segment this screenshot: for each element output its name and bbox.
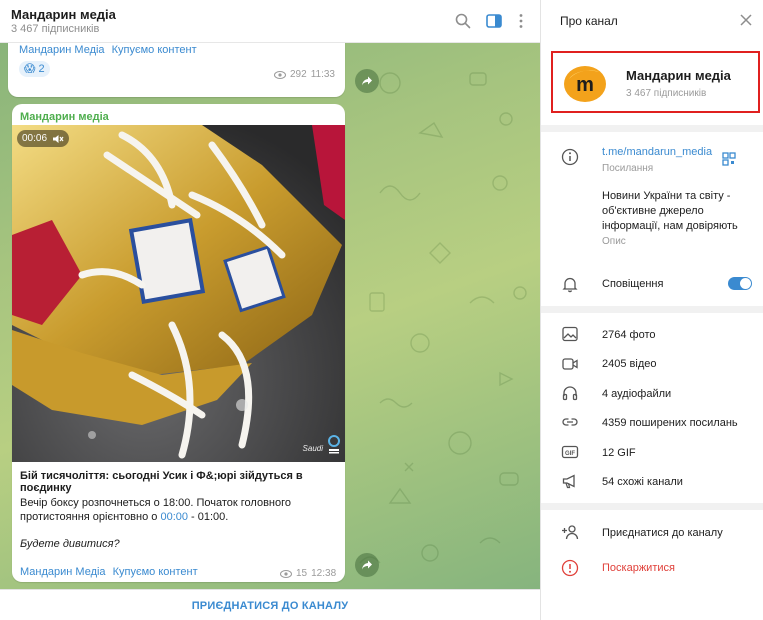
photo-icon (561, 325, 579, 343)
megaphone-icon (561, 472, 579, 490)
channel-description-label: Опис (602, 236, 626, 247)
qr-code-icon[interactable] (722, 152, 736, 166)
post-title: Бій тисячоліття: сьогодні Усик і Ф&;юрі … (20, 470, 303, 494)
telegram-window: Мандарин медіа 3 467 підписників Мандари… (0, 0, 763, 620)
message-links: Мандарин Медіа Купуємо контент (20, 566, 202, 578)
more-vertical-icon[interactable] (512, 12, 530, 30)
chat-wallpaper: Мандарин Медіа Купуємо контент 😱 2 292 1… (0, 43, 540, 589)
join-channel-item[interactable]: Приєднатися до каналу (602, 527, 723, 539)
chat-pane: Мандарин медіа 3 467 підписників Мандари… (0, 0, 540, 620)
post-question: Будете дивитися? (20, 538, 120, 550)
post-body: Вечір боксу розпочнеться о 18:00. Почато… (20, 496, 320, 524)
message-time: 12:38 (311, 568, 337, 579)
watermark-logo: Saudi (302, 444, 323, 453)
join-channel-button[interactable]: ПРИЄДНАТИСЯ ДО КАНАЛУ (192, 600, 349, 612)
link-buy-content[interactable]: Купуємо контент (113, 566, 198, 578)
section-divider (541, 503, 763, 510)
stat-audio[interactable]: 4 аудіофайли (602, 388, 671, 400)
time-link[interactable]: 00:00 (160, 511, 188, 523)
message-time: 11:33 (310, 69, 335, 80)
forward-icon (362, 560, 372, 570)
video-icon (561, 355, 579, 373)
svg-text:m: m (576, 74, 594, 96)
report-item[interactable]: Поскаржитися (602, 562, 675, 574)
reaction-emoji: 😱 (24, 63, 36, 75)
search-icon[interactable] (454, 12, 472, 30)
share-button[interactable] (355, 69, 379, 93)
stat-similar-channels[interactable]: 54 схожі канали (602, 476, 683, 488)
watermark-badge-icon (328, 435, 340, 454)
link-buy-content[interactable]: Купуємо контент (112, 44, 197, 56)
channel-info-panel: Про канал m Мандарин медіа 3 467 підписн… (540, 0, 763, 620)
link-mandarin-media[interactable]: Мандарин Медіа (19, 44, 105, 56)
notifications-toggle[interactable] (728, 277, 752, 290)
channel-link-label: Посилання (602, 163, 654, 174)
video-player[interactable]: 00:06 Saudi (12, 125, 345, 462)
message-meta: 292 11:33 (274, 69, 335, 80)
channel-avatar: m (564, 66, 606, 102)
link-mandarin-media[interactable]: Мандарин Медіа (20, 566, 106, 578)
video-duration-badge: 00:06 (17, 130, 70, 147)
reaction-badge[interactable]: 😱 2 (19, 61, 50, 77)
video-time: 00:06 (22, 133, 48, 144)
channel-subscribers: 3 467 підписників (626, 88, 707, 99)
stat-links[interactable]: 4359 поширених посилань (602, 417, 738, 429)
link-icon (561, 413, 579, 431)
sender-name[interactable]: Мандарин медіа (20, 111, 109, 123)
bell-icon (561, 275, 579, 293)
info-panel-title: Про канал (560, 14, 618, 28)
post-body-text: Вечір боксу розпочнеться о 18:00. Почато… (20, 497, 292, 523)
views-count: 292 (290, 69, 307, 80)
notifications-label: Сповіщення (602, 278, 664, 290)
video-thumbnail (12, 125, 345, 462)
channel-name: Мандарин медіа (626, 68, 731, 83)
chat-subscribers: 3 467 підписників (11, 23, 100, 35)
section-divider (541, 306, 763, 313)
stat-videos[interactable]: 2405 відео (602, 358, 656, 370)
views-icon (280, 569, 292, 578)
close-icon[interactable] (739, 13, 753, 27)
gif-icon: GIF (561, 443, 579, 461)
section-divider (541, 125, 763, 132)
post-body-text-end: - 01:00. (187, 511, 229, 523)
chat-header: Мандарин медіа 3 467 підписників (0, 0, 540, 43)
join-channel-bar: ПРИЄДНАТИСЯ ДО КАНАЛУ (0, 589, 540, 620)
views-icon (274, 70, 286, 79)
headphones-icon (561, 384, 579, 402)
message-bubble[interactable]: Мандарин Медіа Купуємо контент 😱 2 292 1… (8, 43, 345, 97)
channel-description: Новини України та світу - об'єктивне дже… (602, 190, 738, 232)
message-meta: 15 12:38 (280, 568, 336, 579)
channel-link[interactable]: t.me/mandarun_media (602, 146, 712, 158)
message-bubble[interactable]: Мандарин медіа 00:06 Saudi Бій тисячоліт… (12, 104, 345, 582)
views-count: 15 (296, 568, 308, 579)
report-icon (561, 559, 579, 577)
reaction-count: 2 (38, 63, 45, 75)
muted-icon[interactable] (52, 134, 64, 144)
stat-photos[interactable]: 2764 фото (602, 329, 656, 341)
add-user-icon (561, 523, 579, 541)
channel-profile-card[interactable]: m Мандарин медіа 3 467 підписників (551, 51, 760, 113)
forward-icon (362, 76, 372, 86)
info-icon (561, 148, 579, 166)
share-button[interactable] (355, 553, 379, 577)
svg-text:GIF: GIF (565, 451, 575, 457)
stat-gifs[interactable]: 12 GIF (602, 447, 636, 459)
message-links: Мандарин Медіа Купуємо контент (19, 44, 201, 56)
chat-title[interactable]: Мандарин медіа (11, 7, 116, 22)
sidebar-toggle-icon[interactable] (485, 12, 503, 30)
